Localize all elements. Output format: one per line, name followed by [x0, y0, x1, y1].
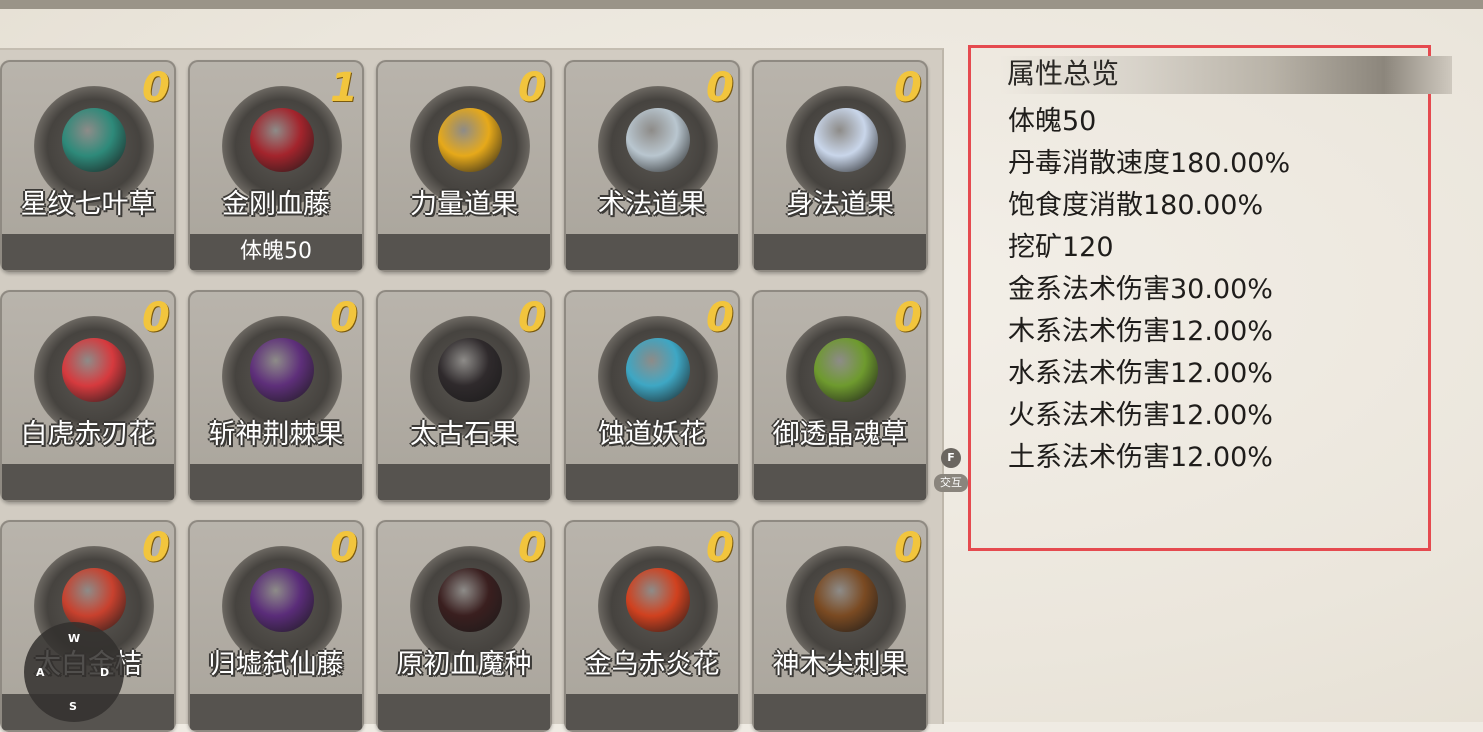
item-name: 白虎赤刃花 [20, 419, 156, 450]
attribute-line: 木系法术伤害12.00% [1008, 316, 1273, 347]
item-name: 御透晶魂草 [772, 419, 908, 450]
item-icon [814, 338, 878, 402]
item-card[interactable]: 0 白虎赤刃花 [0, 290, 176, 502]
attribute-line: 火系法术伤害12.00% [1008, 400, 1273, 431]
attribute-overview-title: 属性总览 [1007, 57, 1120, 90]
item-card[interactable]: 0 术法道果 [564, 60, 740, 272]
item-bonus-bar [378, 464, 550, 500]
compass-d: D [100, 666, 110, 679]
item-bonus-bar [566, 694, 738, 730]
item-icon [438, 108, 502, 172]
compass-a: A [36, 666, 45, 679]
item-bonus-bar [566, 464, 738, 500]
item-card[interactable]: 0 星纹七叶草 [0, 60, 176, 272]
attribute-line: 丹毒消散速度180.00% [1008, 148, 1291, 179]
top-bar [0, 0, 1483, 9]
item-card[interactable]: 0 力量道果 [376, 60, 552, 272]
item-count: 0 [142, 65, 170, 111]
item-bonus-bar [2, 234, 174, 270]
attribute-line: 水系法术伤害12.00% [1008, 358, 1273, 389]
item-count: 0 [894, 525, 922, 571]
item-icon [626, 338, 690, 402]
item-icon [814, 568, 878, 632]
item-card[interactable]: 0 御透晶魂草 [752, 290, 928, 502]
item-grid: 0 星纹七叶草 1 金刚血藤体魄50 0 力量道果 0 术法道果 0 身法道果 0 白虎赤刃花 0 斩神荆… [0, 48, 944, 732]
item-name: 太古石果 [410, 419, 518, 450]
item-bonus-bar [190, 694, 362, 730]
item-icon [438, 568, 502, 632]
item-icon [62, 338, 126, 402]
item-count: 1 [330, 65, 358, 111]
item-icon [814, 108, 878, 172]
item-name: 归墟弑仙藤 [208, 649, 344, 680]
attribute-overview-panel: 属性总览 体魄50 丹毒消散速度180.00% 饱食度消散180.00% 挖矿1… [968, 45, 1452, 551]
item-card[interactable]: 0 原初血魔种 [376, 520, 552, 732]
item-count: 0 [330, 295, 358, 341]
item-count: 0 [518, 295, 546, 341]
item-count: 0 [706, 65, 734, 111]
item-count: 0 [330, 525, 358, 571]
item-name: 斩神荆棘果 [208, 419, 344, 450]
item-icon [250, 338, 314, 402]
item-card[interactable]: 0 斩神荆棘果 [188, 290, 364, 502]
compass-s: S [69, 700, 77, 713]
item-card[interactable]: 0 金乌赤炎花 [564, 520, 740, 732]
item-name: 神木尖刺果 [772, 649, 908, 680]
item-count: 0 [706, 525, 734, 571]
item-count: 0 [894, 65, 922, 111]
item-icon [250, 568, 314, 632]
interact-hint[interactable]: F 交互 [934, 448, 968, 492]
compass-w: W [68, 632, 81, 645]
item-icon [62, 108, 126, 172]
item-bonus-bar [754, 694, 926, 730]
item-icon [626, 568, 690, 632]
item-name: 金刚血藤 [222, 189, 330, 220]
item-bonus-bar [378, 694, 550, 730]
item-bonus-bar [754, 234, 926, 270]
item-name: 原初血魔种 [396, 649, 532, 680]
item-count: 0 [894, 295, 922, 341]
item-name: 蚀道妖花 [598, 419, 706, 450]
item-icon [626, 108, 690, 172]
item-card[interactable]: 0 神木尖刺果 [752, 520, 928, 732]
item-count: 0 [518, 525, 546, 571]
item-card[interactable]: 0 太古石果 [376, 290, 552, 502]
item-bonus-bar [190, 464, 362, 500]
attribute-line: 金系法术伤害30.00% [1008, 274, 1273, 305]
item-card[interactable]: 0 归墟弑仙藤 [188, 520, 364, 732]
item-card[interactable]: 0 蚀道妖花 [564, 290, 740, 502]
item-icon [250, 108, 314, 172]
attribute-line: 挖矿120 [1008, 232, 1114, 263]
item-name: 力量道果 [410, 189, 518, 220]
attribute-line: 饱食度消散180.00% [1008, 190, 1264, 221]
item-count: 0 [142, 295, 170, 341]
item-name: 星纹七叶草 [20, 189, 156, 220]
attribute-line: 土系法术伤害12.00% [1008, 442, 1273, 473]
movement-compass: W A D S [24, 622, 124, 722]
item-name: 金乌赤炎花 [584, 649, 720, 680]
item-icon [438, 338, 502, 402]
item-bonus-bar [2, 464, 174, 500]
attribute-line: 体魄50 [1008, 106, 1097, 137]
item-count: 0 [142, 525, 170, 571]
item-card[interactable]: 1 金刚血藤体魄50 [188, 60, 364, 272]
item-card[interactable]: 0 身法道果 [752, 60, 928, 272]
attribute-list: 体魄50 丹毒消散速度180.00% 饱食度消散180.00% 挖矿120 金系… [1008, 101, 1290, 479]
item-bonus-bar [566, 234, 738, 270]
item-bonus-bar: 体魄50 [190, 234, 362, 270]
item-name: 身法道果 [786, 189, 894, 220]
item-count: 0 [706, 295, 734, 341]
item-bonus-bar [754, 464, 926, 500]
interact-label: 交互 [934, 474, 968, 492]
item-count: 0 [518, 65, 546, 111]
interact-key: F [941, 448, 961, 468]
item-name: 术法道果 [598, 189, 706, 220]
item-bonus-bar [378, 234, 550, 270]
